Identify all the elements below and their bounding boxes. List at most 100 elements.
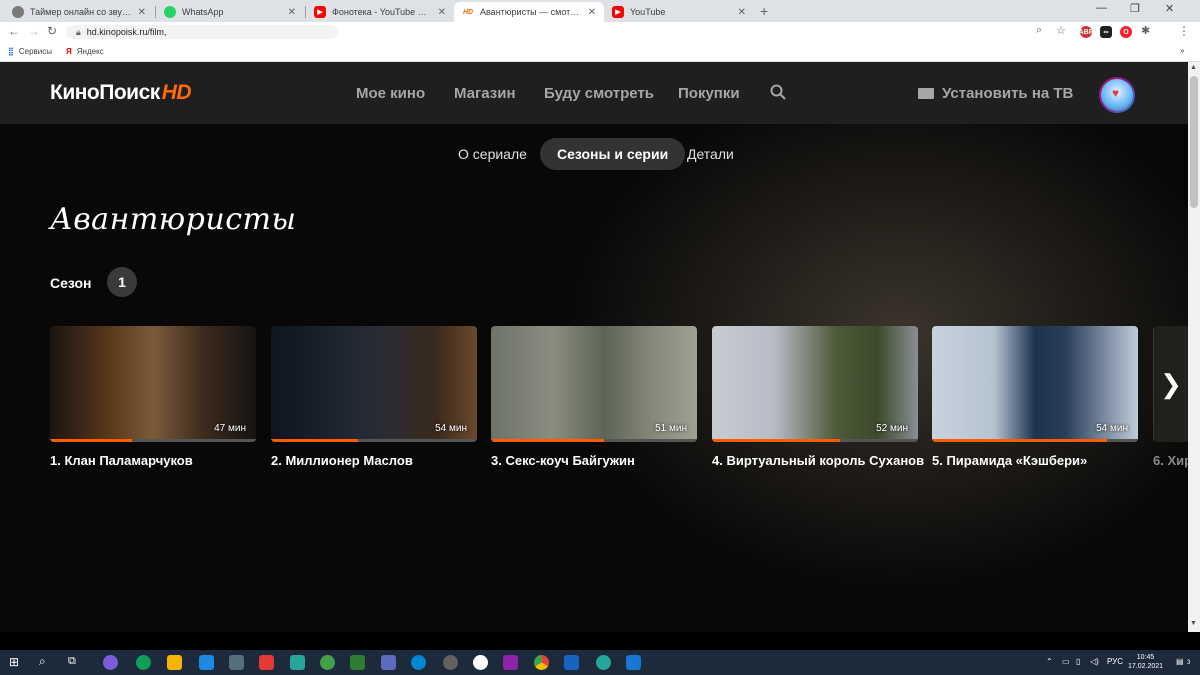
address-bar: ← → ↻ 🔒︎ hd.kinopoisk.ru/film, ⌕ ☆ ABP ∞…	[0, 22, 1200, 42]
volume-icon[interactable]: ◁)	[1090, 657, 1099, 666]
kinopoisk-hd-icon: HD	[462, 8, 474, 16]
network-icon[interactable]: ▭	[1062, 657, 1070, 666]
app-icon[interactable]	[320, 655, 335, 670]
content-tabs: О сериале Сезоны и серии Детали	[0, 138, 1188, 170]
tab-about-series[interactable]: О сериале	[441, 138, 544, 170]
restore-icon[interactable]: ❐	[1130, 2, 1140, 15]
episode-title: 6. Хир	[1153, 453, 1188, 468]
app-icon[interactable]	[626, 655, 641, 670]
url-text: hd.kinopoisk.ru/film,	[86, 27, 167, 37]
edge-icon[interactable]	[136, 655, 151, 670]
url-input[interactable]: 🔒︎ hd.kinopoisk.ru/film,	[66, 25, 338, 39]
mail-icon[interactable]	[199, 655, 214, 670]
notifications-icon[interactable]: ▤	[1176, 657, 1184, 666]
close-icon[interactable]: ✕	[438, 7, 446, 18]
browser-tab[interactable]: WhatsApp ✕	[156, 2, 304, 22]
app-icon[interactable]	[290, 655, 305, 670]
nav-purchases[interactable]: Покупки	[678, 85, 740, 102]
episode-card[interactable]: 54 мин 5. Пирамида «Кэшбери»	[932, 326, 1138, 468]
episode-title: 2. Миллионер Маслов	[271, 453, 413, 468]
install-tv-button[interactable]: Установить на ТВ	[918, 85, 1073, 102]
extension-glasses-icon[interactable]: ∞	[1100, 26, 1112, 38]
windows-taskbar: ⊞ ⌕ ⧉ ⌃ ▭ ▯ ◁) РУС 10:45 17.02.2021 ▤ 3	[0, 650, 1200, 675]
kinopoisk-logo[interactable]: КиноПоискHD	[50, 81, 192, 105]
app-icon[interactable]	[381, 655, 396, 670]
bookmark-services[interactable]: ⣿ Сервисы	[8, 47, 52, 56]
episode-progress	[491, 439, 697, 442]
alice-icon[interactable]	[103, 655, 118, 670]
file-explorer-icon[interactable]	[167, 655, 182, 670]
season-selector-1[interactable]: 1	[107, 267, 137, 297]
bookmarks-overflow-icon[interactable]: »	[1180, 46, 1184, 55]
scroll-up-icon[interactable]: ▲	[1190, 64, 1197, 71]
episode-duration: 54 мин	[1096, 423, 1128, 434]
episode-card[interactable]: 54 мин 2. Миллионер Маслов	[271, 326, 477, 468]
tab-details[interactable]: Детали	[670, 138, 751, 170]
bookmarks-bar: ⣿ Сервисы Я Яндекс »	[0, 42, 1200, 62]
extensions-puzzle-icon[interactable]: ✱	[1141, 24, 1150, 37]
episode-thumbnail: 52 мин	[712, 326, 918, 442]
excel-icon[interactable]	[350, 655, 365, 670]
nav-my-movies[interactable]: Мое кино	[356, 85, 425, 102]
opera-icon[interactable]: O	[1120, 26, 1132, 38]
forward-icon[interactable]: →	[28, 24, 40, 38]
bookmark-star-icon[interactable]: ☆	[1056, 24, 1066, 37]
new-tab-button[interactable]: +	[760, 3, 768, 19]
tray-overflow-icon[interactable]: ⌃	[1046, 657, 1053, 666]
twitch-icon[interactable]	[503, 655, 518, 670]
windows-start-icon[interactable]: ⊞	[9, 655, 19, 669]
episode-card[interactable]: 52 мин 4. Виртуальный король Суханов	[712, 326, 925, 468]
search-icon[interactable]	[770, 84, 786, 100]
tv-icon	[918, 88, 934, 99]
nav-store[interactable]: Магазин	[454, 85, 516, 102]
yandex-disk-icon[interactable]	[259, 655, 274, 670]
minimize-icon[interactable]: —	[1096, 2, 1107, 14]
close-icon[interactable]: ✕	[588, 7, 596, 18]
skype-icon[interactable]	[411, 655, 426, 670]
scroll-down-icon[interactable]: ▼	[1190, 620, 1197, 627]
episode-thumbnail: 51 мин	[491, 326, 697, 442]
close-icon[interactable]: ✕	[288, 7, 296, 18]
nav-watchlist[interactable]: Буду смотреть	[544, 85, 654, 102]
menu-dots-icon[interactable]: ⋮	[1178, 24, 1190, 38]
avatar[interactable]	[1099, 77, 1135, 113]
carousel-next-arrow-icon[interactable]: ❯	[1154, 326, 1188, 442]
tab-seasons-episodes[interactable]: Сезоны и серии	[540, 138, 686, 170]
word-icon[interactable]	[564, 655, 579, 670]
episode-duration: 47 мин	[214, 423, 246, 434]
search-icon[interactable]: ⌕	[1036, 24, 1042, 37]
adblock-icon[interactable]: ABP	[1079, 26, 1093, 38]
youtube-icon: ▶	[314, 6, 326, 18]
episode-card[interactable]: 47 мин 1. Клан Паламарчуков	[50, 326, 256, 468]
close-window-icon[interactable]: ✕	[1165, 2, 1174, 15]
kinopoisk-page: КиноПоискHD Мое кино Магазин Буду смотре…	[0, 62, 1188, 632]
scrollbar-thumb[interactable]	[1190, 76, 1198, 208]
tab-label: Авантюристы — смотреть онлай	[480, 7, 582, 17]
task-view-icon[interactable]: ⧉	[68, 655, 76, 668]
close-icon[interactable]: ✕	[138, 7, 146, 18]
browser-tab[interactable]: ▶ YouTube ✕	[604, 2, 754, 22]
app-icon[interactable]	[596, 655, 611, 670]
battery-icon[interactable]: ▯	[1076, 657, 1080, 666]
episode-thumbnail: 47 мин	[50, 326, 256, 442]
episode-title: 4. Виртуальный король Суханов	[712, 453, 925, 468]
reload-icon[interactable]: ↻	[47, 24, 57, 38]
close-icon[interactable]: ✕	[738, 7, 746, 18]
search-icon[interactable]: ⌕	[39, 654, 46, 669]
back-icon[interactable]: ←	[8, 24, 20, 38]
page-scrollbar[interactable]: ▲ ▼	[1188, 62, 1200, 632]
episode-progress	[271, 439, 477, 442]
bookmark-yandex[interactable]: Я Яндекс	[66, 47, 104, 56]
tab-label: Фонотека - YouTube Studio	[332, 7, 432, 17]
episode-duration: 52 мин	[876, 423, 908, 434]
language-indicator[interactable]: РУС	[1107, 657, 1123, 666]
chrome-icon[interactable]	[534, 655, 549, 670]
episode-card[interactable]: 51 мин 3. Секс-коуч Байгужин	[491, 326, 697, 468]
store-icon[interactable]	[229, 655, 244, 670]
browser-tab[interactable]: ▶ Фонотека - YouTube Studio ✕	[306, 2, 454, 22]
browser-tab-active[interactable]: HD Авантюристы — смотреть онлай ✕	[454, 2, 604, 22]
system-clock[interactable]: 10:45 17.02.2021	[1128, 653, 1163, 671]
yandex-browser-icon[interactable]	[473, 655, 488, 670]
app-icon[interactable]	[443, 655, 458, 670]
browser-tab[interactable]: Таймер онлайн со звуком беспл ✕	[4, 2, 154, 22]
